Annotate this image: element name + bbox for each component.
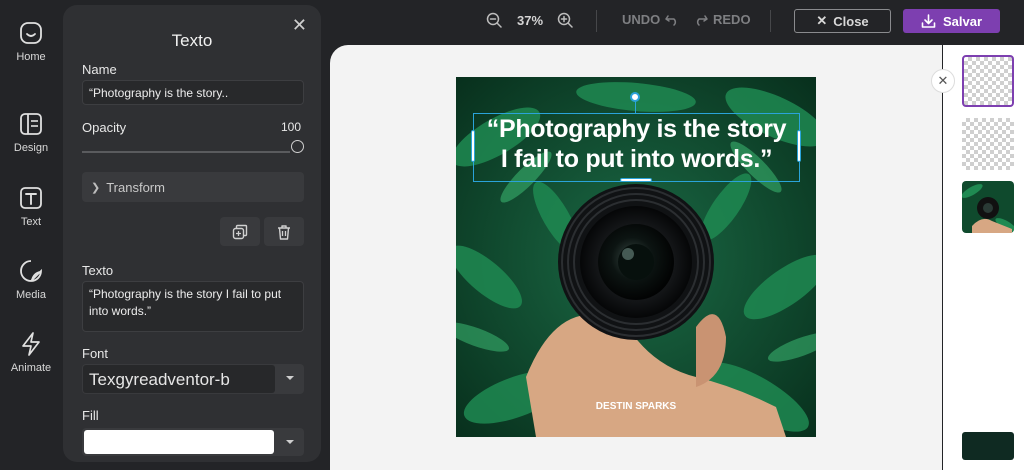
nav-label-media: Media: [16, 289, 46, 301]
text-label: Texto: [82, 263, 114, 278]
download-icon: [921, 14, 936, 28]
save-label: Salvar: [942, 13, 983, 29]
media-icon: [20, 260, 42, 282]
name-label: Name: [82, 62, 117, 77]
close-icon[interactable]: ✕: [931, 69, 955, 93]
credit-text-element[interactable]: DESTIN SPARKS: [456, 401, 816, 412]
chevron-right-icon: ❯: [91, 181, 101, 194]
text-properties-panel: Texto ✕ Name Opacity 100 ❯ Transform Tex…: [63, 5, 321, 462]
save-button[interactable]: Salvar: [903, 9, 1000, 33]
left-nav: Home Design Text Media Animate: [0, 0, 62, 470]
nav-item-home[interactable]: Home: [0, 20, 62, 63]
undo-button[interactable]: UNDO: [622, 12, 679, 27]
layer-thumb-photo[interactable]: [962, 181, 1014, 233]
close-icon[interactable]: ✕: [292, 15, 307, 36]
fill-label: Fill: [82, 408, 99, 423]
close-icon: ✕: [816, 13, 828, 28]
design-icon: [20, 113, 42, 135]
photo-thumb: [962, 181, 1014, 233]
layers-rail: [943, 45, 1024, 470]
rotate-handle[interactable]: [630, 92, 640, 102]
close-button[interactable]: ✕ Close: [794, 9, 891, 33]
trash-icon: [278, 224, 290, 240]
nav-label-design: Design: [13, 142, 49, 154]
redo-label: REDO: [713, 12, 751, 27]
panel-title: Texto: [171, 31, 213, 50]
font-select[interactable]: Texgyreadventor-b: [82, 364, 304, 394]
zoom-out-icon[interactable]: [486, 12, 502, 28]
nav-item-animate[interactable]: Animate: [0, 331, 62, 374]
transform-section-toggle[interactable]: ❯ Transform: [82, 172, 304, 202]
nav-label-text: Text: [20, 216, 42, 228]
duplicate-icon: [232, 224, 248, 239]
home-icon: [20, 22, 42, 44]
resize-handle-right[interactable]: [797, 130, 801, 162]
chevron-down-icon: [286, 376, 294, 380]
nav-label-animate: Animate: [10, 362, 52, 374]
resize-handle-bottom[interactable]: [620, 178, 652, 182]
fill-color-select[interactable]: [82, 428, 304, 456]
selection-box: [473, 113, 800, 182]
duplicate-button[interactable]: [220, 217, 260, 246]
nav-item-media[interactable]: Media: [0, 258, 62, 301]
nav-item-design[interactable]: Design: [0, 111, 62, 154]
transform-label: Transform: [106, 179, 165, 195]
text-content-field[interactable]: “Photography is the story I fail to put …: [82, 281, 304, 332]
chevron-down-icon: [286, 440, 294, 444]
font-label: Font: [82, 346, 109, 361]
fill-color-swatch: [84, 430, 274, 454]
zoom-level: 37%: [517, 13, 544, 28]
redo-icon: [696, 14, 708, 26]
opacity-slider-track[interactable]: [82, 151, 290, 153]
redo-button[interactable]: REDO: [694, 12, 751, 27]
opacity-value: 100: [280, 120, 301, 134]
undo-icon: [665, 14, 677, 26]
opacity-label: Opacity: [82, 120, 127, 135]
undo-label: UNDO: [622, 12, 661, 27]
delete-button[interactable]: [264, 217, 304, 246]
text-icon: [20, 187, 42, 209]
close-label: Close: [833, 13, 869, 29]
animate-icon: [22, 332, 40, 356]
toolbar-divider: [770, 10, 771, 32]
name-field[interactable]: [82, 80, 304, 105]
nav-label-home: Home: [16, 51, 46, 63]
zoom-in-icon[interactable]: [557, 12, 573, 28]
resize-handle-left[interactable]: [471, 130, 475, 162]
font-select-value: Texgyreadventor-b: [83, 365, 275, 393]
layer-thumb-quote-text[interactable]: [962, 55, 1014, 107]
background-color-swatch[interactable]: [962, 432, 1014, 460]
layer-thumb-credit-text[interactable]: [962, 118, 1014, 170]
nav-item-text[interactable]: Text: [0, 185, 62, 228]
toolbar-divider: [596, 10, 597, 32]
opacity-slider-handle[interactable]: [291, 140, 304, 153]
